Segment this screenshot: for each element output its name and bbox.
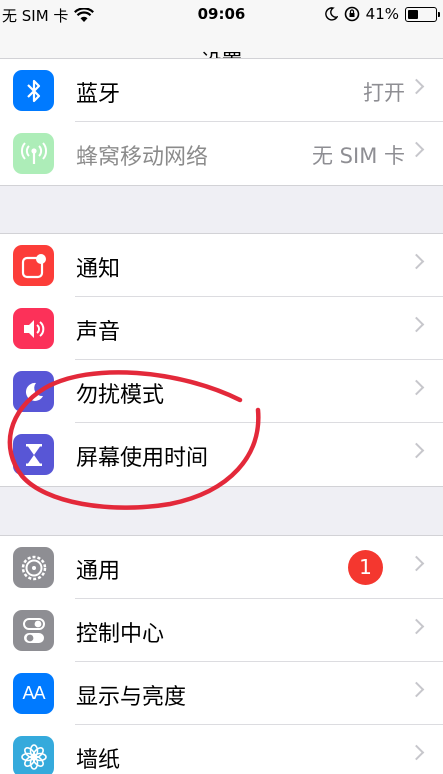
chevron-right-icon — [408, 379, 425, 396]
battery-percent: 41% — [365, 5, 399, 23]
row-label: 通用 — [76, 559, 121, 584]
moon-icon — [324, 7, 338, 21]
row-label: 蓝牙 — [76, 82, 121, 107]
settings-row-display-brightness[interactable]: AA 显示与亮度 — [0, 662, 443, 725]
settings-row-notifications[interactable]: 通知 — [0, 234, 443, 297]
battery-icon — [405, 6, 440, 22]
status-right: 41% — [324, 5, 440, 23]
settings-group-system: 通用 1 控制中心 AA 显示与亮度 墙纸 — [0, 535, 443, 774]
display-icon-text: AA — [22, 683, 45, 703]
chevron-right-icon — [408, 555, 425, 572]
chevron-right-icon — [408, 316, 425, 333]
row-value: 无 SIM 卡 — [312, 144, 405, 168]
settings-row-sounds[interactable]: 声音 — [0, 297, 443, 360]
bluetooth-icon — [13, 70, 54, 111]
chevron-right-icon — [408, 618, 425, 635]
settings-row-cellular[interactable]: 蜂窝移动网络 无 SIM 卡 — [0, 122, 443, 185]
toggle-icon — [13, 610, 54, 651]
row-label: 勿扰模式 — [76, 383, 165, 408]
settings-group-connectivity: 蓝牙 打开 蜂窝移动网络 无 SIM 卡 — [0, 58, 443, 186]
chevron-right-icon — [408, 442, 425, 459]
settings-row-wallpaper[interactable]: 墙纸 — [0, 725, 443, 774]
settings-row-do-not-disturb[interactable]: 勿扰模式 — [0, 360, 443, 423]
flower-icon — [13, 736, 54, 774]
row-label: 墙纸 — [76, 748, 121, 773]
chevron-right-icon — [408, 78, 425, 95]
hourglass-icon — [13, 434, 54, 475]
settings-row-screen-time[interactable]: 屏幕使用时间 — [0, 423, 443, 486]
display-icon: AA — [13, 673, 54, 714]
chevron-right-icon — [408, 253, 425, 270]
settings-row-control-center[interactable]: 控制中心 — [0, 599, 443, 662]
row-label: 显示与亮度 — [76, 685, 187, 710]
notification-badge: 1 — [348, 550, 383, 585]
row-label: 蜂窝移动网络 — [76, 145, 209, 170]
gear-icon — [13, 547, 54, 588]
notifications-icon — [13, 245, 54, 286]
sounds-icon — [13, 308, 54, 349]
row-value: 打开 — [363, 81, 405, 105]
row-label: 控制中心 — [76, 622, 165, 647]
chevron-right-icon — [408, 744, 425, 761]
moon-icon — [13, 371, 54, 412]
rotation-lock-icon — [344, 6, 359, 22]
row-label: 屏幕使用时间 — [76, 446, 209, 471]
chevron-right-icon — [408, 141, 425, 158]
row-label: 通知 — [76, 257, 121, 282]
status-bar: 无 SIM 卡 09:06 41% — [0, 0, 443, 30]
chevron-right-icon — [408, 681, 425, 698]
row-label: 声音 — [76, 320, 121, 345]
settings-group-alerts: 通知 声音 勿扰模式 屏幕使用时间 — [0, 233, 443, 487]
settings-row-general[interactable]: 通用 1 — [0, 536, 443, 599]
settings-row-bluetooth[interactable]: 蓝牙 打开 — [0, 59, 443, 122]
cellular-icon — [13, 133, 54, 174]
